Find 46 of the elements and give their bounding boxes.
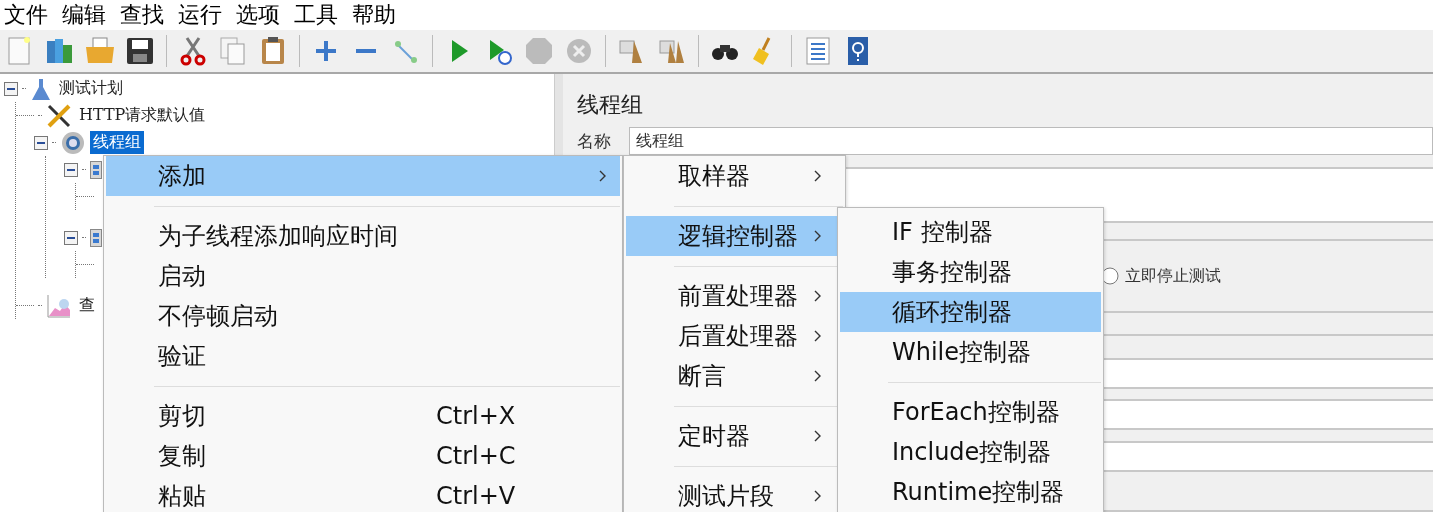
collapse-icon[interactable]: [34, 135, 48, 150]
controller-icon: [90, 160, 102, 179]
flask-icon: [30, 76, 52, 101]
menu-item[interactable]: 选项: [236, 0, 280, 30]
menu-item[interactable]: ForEach控制器: [840, 392, 1101, 432]
menu-item[interactable]: 编辑: [62, 0, 106, 30]
menu-item[interactable]: 取样器: [626, 156, 843, 196]
field-label: 名称: [577, 129, 611, 153]
menu-item[interactable]: 粘贴 Ctrl+V: [106, 476, 620, 512]
menu-item[interactable]: Include控制器: [840, 432, 1101, 472]
collapse-icon[interactable]: [4, 81, 18, 96]
menu-item[interactable]: 帮助: [352, 0, 396, 30]
chart-icon: [46, 292, 72, 319]
menu-item[interactable]: 运行: [178, 0, 222, 30]
name-field[interactable]: 线程组: [629, 127, 1433, 156]
gear-icon: [60, 129, 86, 156]
menu-item[interactable]: 为子线程添加响应时间: [106, 216, 620, 256]
menu-item[interactable]: 查找: [120, 0, 164, 30]
menu-item[interactable]: 事务控制器: [840, 252, 1101, 292]
shortcut: Ctrl+X: [436, 402, 516, 430]
menu-item[interactable]: IF 控制器: [840, 212, 1101, 252]
menu-item[interactable]: 复制 Ctrl+C: [106, 436, 620, 476]
shortcut: Ctrl+C: [436, 442, 516, 470]
tree-item[interactable]: 查: [76, 294, 98, 317]
controller-icon: [90, 228, 102, 247]
wrench-icon: [46, 102, 72, 129]
menu-item[interactable]: 验证: [106, 336, 620, 376]
menu-item[interactable]: Runtime控制器: [840, 472, 1101, 512]
save-icon[interactable]: [124, 35, 156, 67]
menu-item[interactable]: 循环控制器: [840, 292, 1101, 332]
collapse-icon[interactable]: [64, 162, 78, 177]
menu-item[interactable]: 文件: [4, 0, 48, 30]
menu-item[interactable]: 剪切 Ctrl+X: [106, 396, 620, 436]
menu-item[interactable]: 添加: [106, 156, 620, 196]
shortcut: Ctrl+V: [436, 482, 516, 510]
tree-item[interactable]: 线程组: [90, 131, 144, 154]
tree-item[interactable]: 测试计划: [56, 77, 126, 100]
menu-item[interactable]: 工具: [294, 0, 338, 30]
menu-item[interactable]: 启动: [106, 256, 620, 296]
panel-title: 线程组: [576, 91, 644, 119]
menu-item[interactable]: 不停顿启动: [106, 296, 620, 336]
tree-item[interactable]: HTTP请求默认值: [76, 104, 209, 127]
collapse-icon[interactable]: [64, 230, 78, 245]
radio-label: 立即停止测试: [1125, 265, 1221, 287]
menu-item[interactable]: While控制器: [840, 332, 1101, 372]
radio-button[interactable]: [1101, 267, 1119, 285]
